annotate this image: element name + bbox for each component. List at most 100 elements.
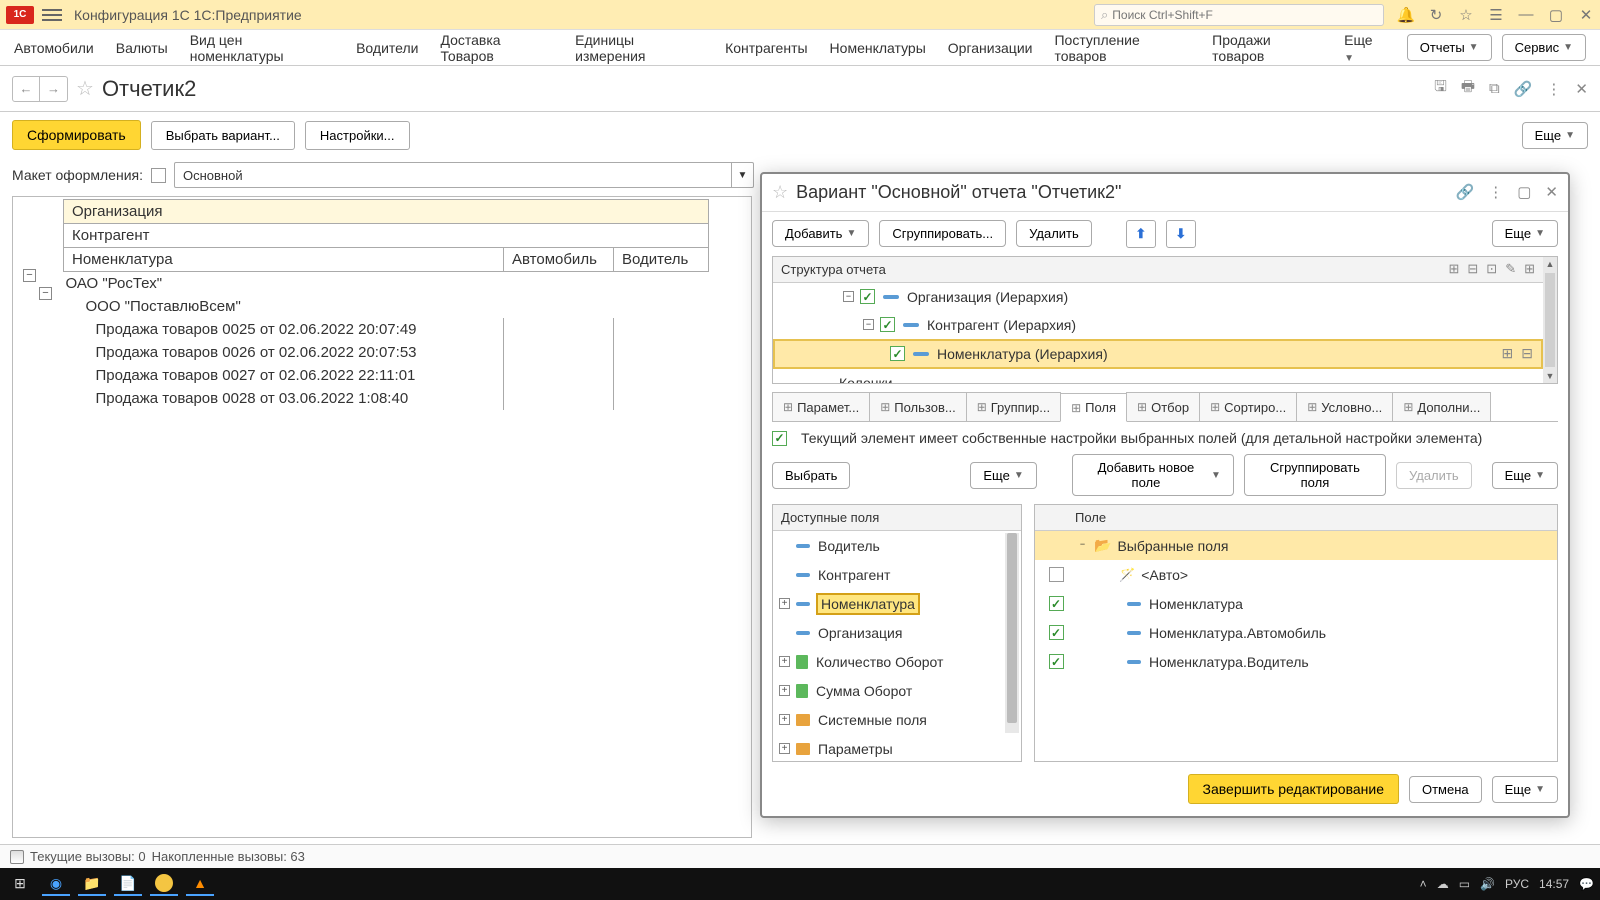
- print-icon[interactable]: 🖶: [1461, 76, 1475, 101]
- service-button[interactable]: Сервис▼: [1502, 34, 1586, 61]
- history-icon[interactable]: ↻: [1428, 7, 1444, 23]
- available-field-row[interactable]: +Количество Оборот: [773, 647, 1021, 676]
- available-field-row[interactable]: Контрагент: [773, 560, 1021, 589]
- close-icon[interactable]: ✕: [1545, 183, 1558, 201]
- struct-icon[interactable]: ⊟: [1467, 261, 1478, 277]
- clock[interactable]: 14:57: [1539, 877, 1569, 891]
- tree-row-columns[interactable]: Колонки: [773, 369, 1543, 383]
- selected-root[interactable]: − 📂 Выбранные поля: [1035, 531, 1557, 560]
- explorer-icon[interactable]: 📁: [78, 872, 106, 896]
- menu-item[interactable]: Автомобили: [14, 40, 94, 56]
- more-button[interactable]: Еще▼: [1492, 220, 1558, 247]
- close-icon[interactable]: ✕: [1578, 7, 1594, 23]
- struct-icon[interactable]: ⊞: [1524, 261, 1535, 277]
- notifications-icon[interactable]: 💬: [1579, 877, 1594, 891]
- status-icon[interactable]: [10, 850, 24, 864]
- volume-icon[interactable]: 🔊: [1480, 877, 1495, 891]
- menu-item[interactable]: Единицы измерения: [575, 32, 703, 64]
- row-tool-icon[interactable]: ⊞: [1502, 345, 1514, 362]
- checkbox-checked[interactable]: ✓: [1049, 625, 1064, 640]
- selected-field-row[interactable]: 🪄<Авто>: [1035, 560, 1557, 589]
- menu-item[interactable]: Поступление товаров: [1054, 32, 1190, 64]
- add-field-button[interactable]: Добавить новое поле▼: [1072, 454, 1234, 496]
- start-button[interactable]: ⊞: [6, 872, 34, 896]
- finish-button[interactable]: Завершить редактирование: [1188, 774, 1399, 804]
- layout-checkbox[interactable]: [151, 168, 166, 183]
- available-field-row[interactable]: +Системные поля: [773, 705, 1021, 734]
- copy-icon[interactable]: ⧉: [1489, 80, 1500, 97]
- global-search[interactable]: ⌕: [1094, 4, 1384, 26]
- tree-collapse-icon[interactable]: −: [23, 269, 36, 282]
- vlc-icon[interactable]: ▲: [186, 872, 214, 896]
- tab-sort[interactable]: ⊞Сортиро...: [1199, 392, 1297, 421]
- cloud-icon[interactable]: ☁: [1437, 877, 1449, 891]
- selected-field-row[interactable]: ✓Номенклатура.Автомобиль: [1035, 618, 1557, 647]
- menu-item[interactable]: Валюты: [116, 40, 168, 56]
- chevron-down-icon[interactable]: ▼: [731, 163, 753, 187]
- hamburger-icon[interactable]: [42, 9, 62, 21]
- tab-user[interactable]: ⊞Пользов...: [869, 392, 967, 421]
- choose-button[interactable]: Выбрать: [772, 462, 850, 489]
- close-tab-icon[interactable]: ✕: [1575, 80, 1588, 98]
- move-up-button[interactable]: ⬆: [1126, 220, 1156, 248]
- doc-icon[interactable]: 📄: [114, 872, 142, 896]
- kebab-icon[interactable]: ⋮: [1488, 183, 1503, 201]
- tab-extra[interactable]: ⊞Дополни...: [1392, 392, 1491, 421]
- checkbox-checked[interactable]: ✓: [772, 431, 787, 446]
- expand-icon[interactable]: +: [779, 743, 790, 754]
- more-button[interactable]: Еще▼: [1522, 122, 1588, 149]
- group-fields-button[interactable]: Сгруппировать поля: [1244, 454, 1386, 496]
- collapse-icon[interactable]: −: [843, 291, 854, 302]
- scrollbar[interactable]: ▲ ▼: [1543, 257, 1557, 383]
- menu-item[interactable]: Номенклатуры: [830, 40, 926, 56]
- row-tool-icon[interactable]: ⊟: [1521, 345, 1533, 362]
- checkbox-checked[interactable]: ✓: [1049, 596, 1064, 611]
- tab-group[interactable]: ⊞Группир...: [966, 392, 1061, 421]
- expand-icon[interactable]: +: [779, 714, 790, 725]
- menu-item[interactable]: Доставка Товаров: [440, 32, 553, 64]
- nav-back-button[interactable]: ←: [12, 76, 40, 102]
- checkbox-checked[interactable]: ✓: [880, 317, 895, 332]
- cancel-button[interactable]: Отмена: [1409, 776, 1482, 803]
- form-button[interactable]: Сформировать: [12, 120, 141, 150]
- maximize-icon[interactable]: ▢: [1548, 7, 1564, 23]
- bell-icon[interactable]: 🔔: [1398, 7, 1414, 23]
- tray-chevron-icon[interactable]: ˄: [1420, 877, 1427, 891]
- expand-icon[interactable]: +: [779, 598, 790, 609]
- lang-indicator[interactable]: РУС: [1505, 877, 1529, 891]
- menu-item[interactable]: Водители: [356, 40, 418, 56]
- menu-item[interactable]: Продажи товаров: [1212, 32, 1322, 64]
- favorite-icon[interactable]: ☆: [772, 182, 788, 203]
- layout-select[interactable]: Основной ▼: [174, 162, 754, 188]
- settings-button[interactable]: Настройки...: [305, 121, 410, 150]
- available-field-row[interactable]: +Параметры: [773, 734, 1021, 761]
- struct-icon[interactable]: ⊡: [1486, 261, 1497, 277]
- menu-item[interactable]: Вид цен номенклатуры: [190, 32, 334, 64]
- app-1c-icon[interactable]: [150, 872, 178, 896]
- struct-icon[interactable]: ✎: [1505, 261, 1516, 277]
- maximize-icon[interactable]: ▢: [1517, 183, 1531, 201]
- selected-field-row[interactable]: ✓Номенклатура: [1035, 589, 1557, 618]
- move-down-button[interactable]: ⬇: [1166, 220, 1196, 248]
- filter-icon[interactable]: ☰: [1488, 7, 1504, 23]
- expand-icon[interactable]: +: [779, 656, 790, 667]
- struct-icon[interactable]: ⊞: [1448, 261, 1459, 277]
- more-button[interactable]: Еще▼: [1492, 776, 1558, 803]
- tree-row-nomen[interactable]: ✓ Номенклатура (Иерархия) ⊞ ⊟: [773, 339, 1543, 369]
- more-button[interactable]: Еще▼: [970, 462, 1036, 489]
- selected-field-row[interactable]: ✓Номенклатура.Водитель: [1035, 647, 1557, 676]
- star-icon[interactable]: ☆: [1458, 7, 1474, 23]
- menu-item[interactable]: Организации: [948, 40, 1033, 56]
- chrome-icon[interactable]: ◉: [42, 872, 70, 896]
- checkbox-checked[interactable]: ✓: [890, 346, 905, 361]
- link-icon[interactable]: 🔗: [1514, 80, 1533, 98]
- group-button[interactable]: Сгруппировать...: [879, 220, 1006, 247]
- checkbox-checked[interactable]: ✓: [1049, 654, 1064, 669]
- save-icon[interactable]: 🖫: [1434, 76, 1447, 101]
- favorite-icon[interactable]: ☆: [76, 76, 94, 101]
- kebab-icon[interactable]: ⋮: [1546, 80, 1561, 98]
- search-input[interactable]: [1112, 8, 1377, 22]
- link-icon[interactable]: 🔗: [1456, 183, 1475, 201]
- checkbox-checked[interactable]: ✓: [860, 289, 875, 304]
- tab-fields[interactable]: ⊞Поля: [1060, 393, 1127, 422]
